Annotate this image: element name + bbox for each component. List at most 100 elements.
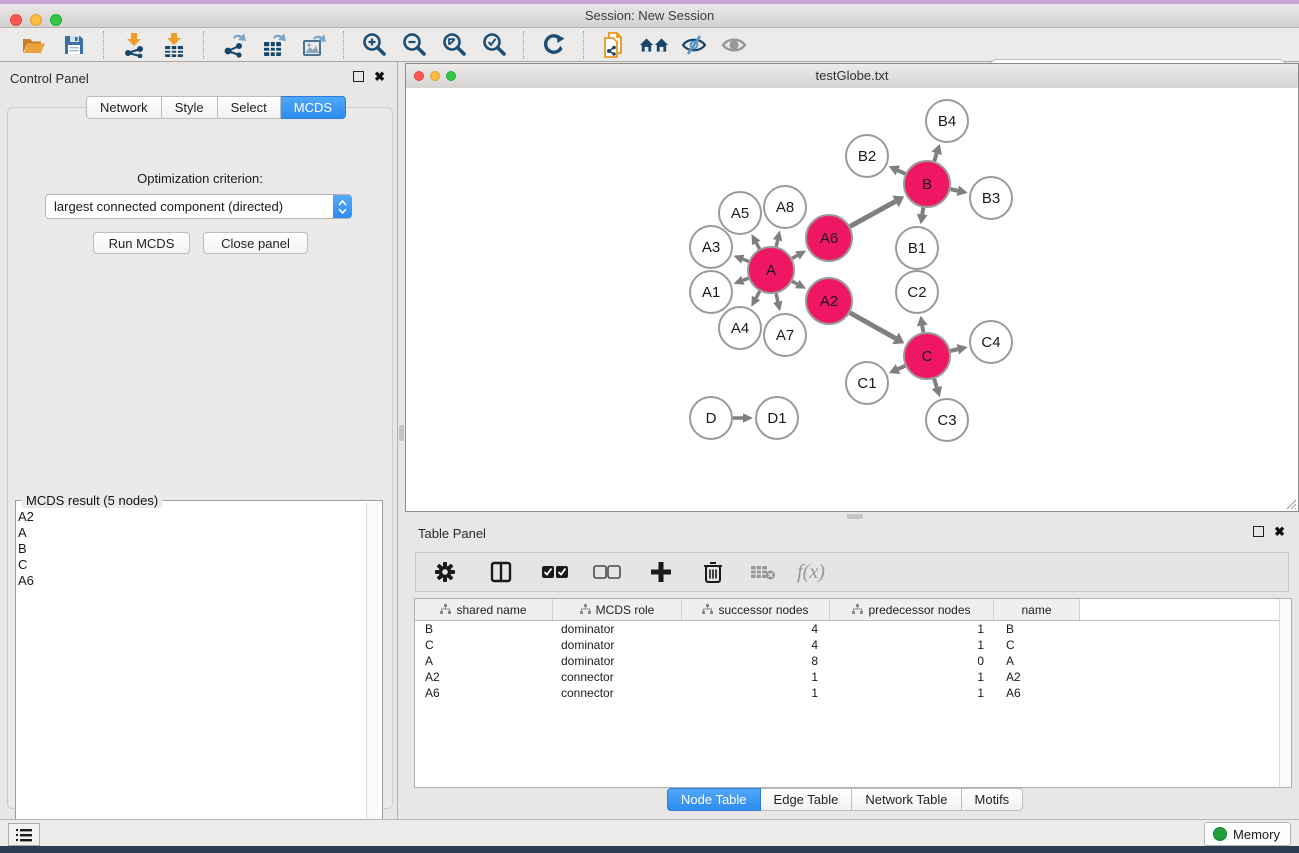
- combo-stepper-icon: [333, 195, 352, 218]
- export-table-icon[interactable]: [259, 31, 289, 59]
- close-panel-icon[interactable]: ✖: [374, 72, 385, 81]
- graph-edge-A6-B[interactable]: [850, 201, 895, 226]
- run-mcds-button[interactable]: Run MCDS: [93, 232, 190, 254]
- close-table-panel-icon[interactable]: ✖: [1274, 527, 1285, 536]
- function-builder-icon: f(x): [794, 557, 828, 587]
- graph-edge-A-A6[interactable]: [792, 255, 797, 258]
- zoom-in-icon[interactable]: [359, 31, 389, 59]
- select-all-icon[interactable]: [538, 557, 572, 587]
- graph-edge-A-A2[interactable]: [792, 281, 797, 284]
- graph-arrowhead: [917, 316, 928, 327]
- tab-mcds[interactable]: MCDS: [281, 96, 346, 119]
- mcds-result-item[interactable]: C: [18, 557, 34, 573]
- table-panel: Table Panel ✖: [405, 520, 1299, 819]
- graph-edge-A-A7[interactable]: [776, 293, 778, 301]
- zoom-fit-icon[interactable]: [439, 31, 469, 59]
- result-list-scrollbar[interactable]: [366, 503, 379, 841]
- graph-edge-A-A3[interactable]: [743, 259, 749, 261]
- graph-edge-B-B3[interactable]: [950, 189, 957, 191]
- graph-edge-A2-C[interactable]: [850, 313, 896, 339]
- graph-edge-C-C4[interactable]: [950, 349, 957, 351]
- create-network-from-selection-icon[interactable]: [599, 31, 629, 59]
- column-header-successor-nodes[interactable]: successor nodes: [682, 599, 830, 620]
- network-window-titlebar[interactable]: testGlobe.txt: [406, 64, 1298, 89]
- float-table-panel-icon[interactable]: [1253, 526, 1264, 537]
- control-panel-tabs: Network Style Select MCDS: [86, 96, 346, 119]
- graph-edge-A-A5[interactable]: [756, 243, 759, 249]
- column-header-MCDS-role[interactable]: MCDS role: [553, 599, 682, 620]
- vertical-splitter-handle[interactable]: [399, 425, 404, 441]
- status-bar: Memory: [0, 819, 1299, 847]
- zoom-selected-icon[interactable]: [479, 31, 509, 59]
- mcds-result-box: MCDS result (5 nodes) A2ABCA6: [15, 500, 383, 844]
- graph-edge-A-A1[interactable]: [743, 278, 749, 280]
- tab-network-table[interactable]: Network Table: [852, 788, 961, 811]
- mcds-result-item[interactable]: A: [18, 525, 34, 541]
- window-resize-grip[interactable]: [1285, 498, 1297, 510]
- tab-select[interactable]: Select: [218, 96, 281, 119]
- tab-node-table[interactable]: Node Table: [667, 788, 761, 811]
- mcds-result-item[interactable]: A6: [18, 573, 34, 589]
- network-canvas[interactable]: B4B2BB3A8A5A6A3B1AA1C2A2A4A7C4CC1DD1C3: [406, 88, 1298, 511]
- optimization-criterion-select[interactable]: largest connected component (directed): [45, 194, 352, 219]
- main-toolbar: [0, 28, 1299, 62]
- mcds-result-title: MCDS result (5 nodes): [22, 493, 162, 508]
- graph-edge-B-B4[interactable]: [934, 153, 936, 161]
- graph-edge-A-A8[interactable]: [776, 240, 777, 246]
- close-panel-button[interactable]: Close panel: [203, 232, 308, 254]
- graph-edge-C-C2[interactable]: [922, 326, 923, 333]
- table-row[interactable]: A2connector11A2: [415, 669, 1291, 685]
- graph-node-label-B4: B4: [938, 113, 956, 130]
- column-header-predecessor-nodes[interactable]: predecessor nodes: [830, 599, 994, 620]
- task-history-button[interactable]: [8, 823, 40, 846]
- column-header-name[interactable]: name: [994, 599, 1080, 620]
- export-network-icon[interactable]: [219, 31, 249, 59]
- mcds-result-item[interactable]: B: [18, 541, 34, 557]
- network-view-window: testGlobe.txt B4B2BB3A8A5A6A3B1AA1C2A2A4…: [405, 63, 1299, 512]
- graph-edge-C-C3[interactable]: [934, 379, 937, 388]
- tab-network[interactable]: Network: [86, 96, 162, 119]
- create-column-plus-icon[interactable]: [644, 557, 678, 587]
- mcds-result-list[interactable]: A2ABCA6: [18, 509, 34, 589]
- home-icon[interactable]: [639, 31, 669, 59]
- column-header-shared-name[interactable]: shared name: [415, 599, 553, 620]
- horizontal-splitter-handle[interactable]: [847, 514, 863, 519]
- tab-edge-table[interactable]: Edge Table: [761, 788, 853, 811]
- optimization-criterion-label: Optimization criterion:: [8, 171, 392, 186]
- float-panel-icon[interactable]: [353, 71, 364, 82]
- deselect-all-icon[interactable]: [590, 557, 624, 587]
- memory-button[interactable]: Memory: [1204, 822, 1291, 846]
- toolbar-separator: [583, 31, 585, 59]
- hide-selected-icon[interactable]: [679, 31, 709, 59]
- delete-columns-trash-icon[interactable]: [696, 557, 730, 587]
- graph-edge-A-A4[interactable]: [756, 291, 760, 298]
- open-session-icon[interactable]: [19, 31, 49, 59]
- table-tabs: Node Table Edge Table Network Table Moti…: [667, 788, 1023, 811]
- table-row[interactable]: Bdominator41B: [415, 621, 1291, 637]
- table-scrollbar[interactable]: [1279, 599, 1291, 787]
- graph-node-label-C4: C4: [981, 334, 1000, 351]
- table-row[interactable]: Cdominator41C: [415, 637, 1291, 653]
- toolbar-separator: [203, 31, 205, 59]
- table-row[interactable]: A6connector11A6: [415, 685, 1291, 701]
- save-session-icon[interactable]: [59, 31, 89, 59]
- mcds-result-item[interactable]: A2: [18, 509, 34, 525]
- graph-edge-B-B2[interactable]: [898, 170, 905, 173]
- tab-style[interactable]: Style: [162, 96, 218, 119]
- show-hidden-icon[interactable]: [719, 31, 749, 59]
- graph-arrowhead: [773, 230, 782, 241]
- graph-edge-B-B1[interactable]: [922, 208, 923, 215]
- table-mode-gear-icon[interactable]: [428, 557, 462, 587]
- graph-edge-C-C1[interactable]: [898, 366, 905, 369]
- refresh-icon[interactable]: [539, 31, 569, 59]
- import-network-icon[interactable]: [119, 31, 149, 59]
- import-table-icon[interactable]: [159, 31, 189, 59]
- tab-motifs[interactable]: Motifs: [962, 788, 1024, 811]
- graph-arrowhead: [957, 344, 968, 355]
- zoom-out-icon[interactable]: [399, 31, 429, 59]
- graph-node-label-A7: A7: [776, 327, 794, 344]
- graph-node-label-B1: B1: [908, 240, 926, 257]
- table-row[interactable]: Adominator80A: [415, 653, 1291, 669]
- show-columns-icon[interactable]: [484, 557, 518, 587]
- export-image-icon[interactable]: [299, 31, 329, 59]
